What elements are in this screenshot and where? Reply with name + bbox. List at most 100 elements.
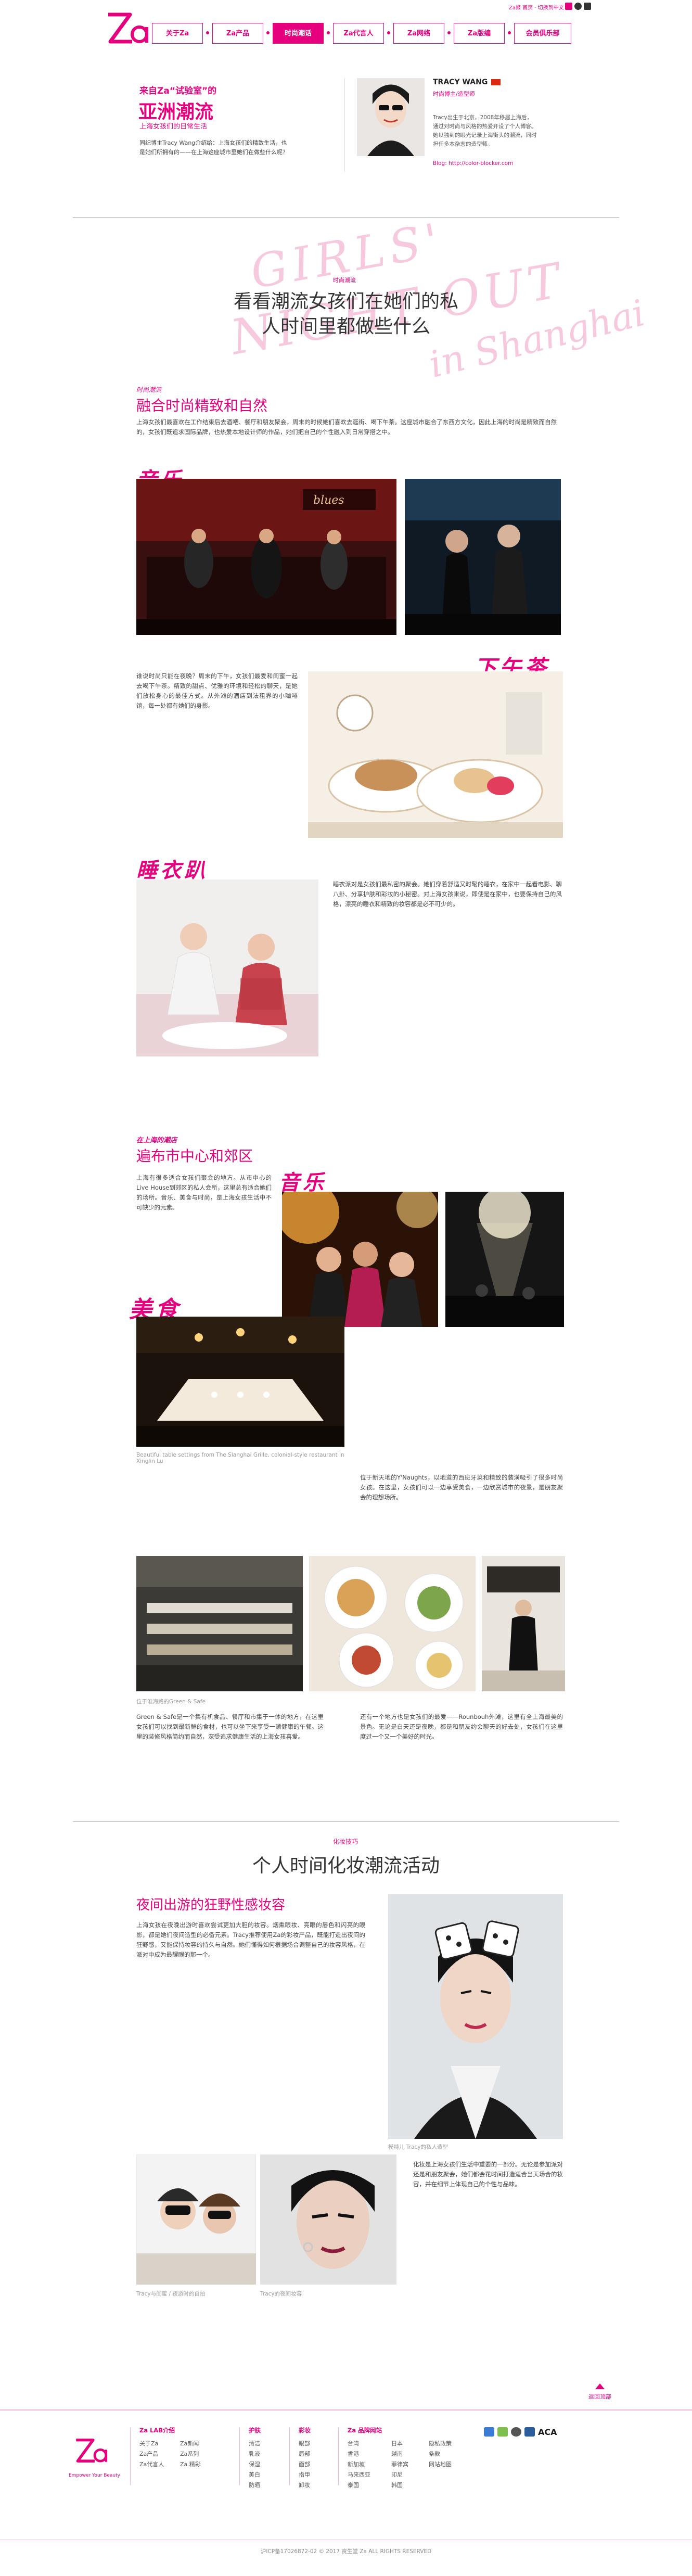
places-food-paragraph: 位于新天地的Y'Naughts，以地道的西班牙菜和精致的装潢吸引了很多时尚女孩。… [360, 1474, 563, 1501]
footer-separator [289, 2428, 290, 2485]
music-photo-singers [405, 479, 561, 635]
footer-link[interactable]: Za新闻 [180, 2439, 201, 2449]
nav-separator [327, 31, 330, 34]
footer-link[interactable]: 条款 [429, 2449, 452, 2459]
green-safe-photo-shop [482, 1556, 565, 1691]
footer-col6: 隐私政策 条款 网站地图 [429, 2439, 452, 2470]
footer-link[interactable]: 指甲 [299, 2470, 310, 2480]
footer-link[interactable]: 网站地图 [429, 2459, 452, 2470]
footer-link[interactable]: 关于Za [139, 2439, 164, 2449]
section1-kicker: 时尚潮流 [333, 277, 356, 284]
footer-link[interactable]: 新加坡 [348, 2459, 370, 2470]
nav-about[interactable]: 关于Za [152, 23, 203, 44]
makeup-selfie-photo [136, 2154, 256, 2285]
mix-kicker: 时尚潮流 [136, 386, 162, 393]
weibo-icon[interactable] [574, 3, 582, 10]
places-music-photo-stage [445, 1192, 564, 1327]
footer-col2: 清洁 乳液 保湿 美白 防晒 [249, 2439, 260, 2491]
section1-headline-line1: 看看潮流女孩们在她们的私 [233, 291, 458, 312]
makeup-selfie-caption: Tracy与闺蜜 / 夜游时的自拍 [136, 2291, 206, 2297]
footer-col3-head: 彩妆 [299, 2427, 311, 2434]
nav-separator [447, 31, 451, 34]
footer-badge-icon [497, 2427, 508, 2437]
profile-bio: Tracy出生于北京，2008年移居上海后，通过对时尚与风格的热爱开设了个人博客… [433, 114, 537, 147]
footer-link[interactable]: 马来西亚 [348, 2470, 370, 2480]
footer-link[interactable]: 眼部 [299, 2439, 310, 2449]
footer-link[interactable]: 印尼 [391, 2470, 408, 2480]
pajama-party-paragraph: 睡衣派对是女孩们最私密的聚会。她们穿着舒适又时髦的睡衣，在家中一起看电影、聊八卦… [333, 881, 562, 908]
footer-link[interactable]: 防晒 [249, 2480, 260, 2491]
intro-divider [344, 78, 345, 172]
page: Za姬 首页 · 切换到中文 关于Za Za产品 时尚潮话 Za代言人 Za网络… [0, 0, 692, 2576]
mix-paragraph: 上海女孩们最喜欢在工作结束后去酒吧、餐厅和朋友聚会，周末的时候她们喜欢去逛街、喝… [136, 418, 557, 436]
footer-link[interactable]: 菲律宾 [391, 2459, 408, 2470]
footer-link[interactable]: 卸妆 [299, 2480, 310, 2491]
places-food-caption: Beautiful table settings from The Slangh… [136, 1452, 344, 1464]
nav-products[interactable]: Za产品 [212, 23, 263, 44]
footer-col3: 眼部 唇部 面部 指甲 卸妆 [299, 2439, 310, 2491]
green-safe-paragraph-right: 还有一个地方也是女孩们的最爱——Rounbouh外滩，这里有全上海最美的景色。无… [360, 1713, 563, 1740]
za-logo[interactable] [104, 9, 151, 51]
top-bar-links[interactable]: Za姬 首页 · 切换到中文 [509, 3, 564, 11]
footer-link[interactable]: 泰国 [348, 2480, 370, 2491]
makeup-kicker: 化妆技巧 [333, 1838, 358, 1845]
profile-name: TRACY WANG [433, 78, 488, 86]
footer-link[interactable]: 越南 [391, 2449, 408, 2459]
footer-logo[interactable] [73, 2435, 109, 2469]
profile-blog-link[interactable]: http://color-blocker.com [448, 160, 513, 167]
footer-col2-head: 护肤 [249, 2427, 261, 2434]
footer-link[interactable]: Za产品 [139, 2449, 164, 2459]
nav-separator [387, 31, 390, 34]
chevron-up-icon [595, 2383, 605, 2389]
places-paragraph: 上海有很多适合女孩们聚会的地方。从市中心的Live House到郊区的私人会所，… [136, 1174, 272, 1211]
footer-link[interactable]: Za 精彩 [180, 2459, 201, 2470]
back-to-top-button[interactable]: 返回顶部 [582, 2383, 618, 2401]
nav-spokesperson[interactable]: Za代言人 [333, 23, 384, 44]
green-safe-paragraph-left: Green & Safe是一个集有机食品、餐厅和市集于一体的地方，在这里女孩们可… [136, 1713, 324, 1740]
mix-title: 融合时尚精致和自然 [136, 397, 268, 414]
rss-icon[interactable] [584, 3, 591, 10]
nav-member-club[interactable]: 会员俱乐部 [514, 23, 571, 44]
profile-blog-label: Blog: [433, 160, 447, 167]
footer-link[interactable]: 乳液 [249, 2449, 260, 2459]
profile-avatar [357, 78, 425, 156]
places-food-photo-restaurant [136, 1317, 344, 1447]
footer-link[interactable]: 美白 [249, 2470, 260, 2480]
green-safe-caption: 位于淮海路的Green & Safe [136, 1699, 206, 1705]
footer-col1-head: Za LAB介绍 [139, 2427, 175, 2434]
nav-network[interactable]: Za网络 [393, 23, 444, 44]
footer-link[interactable]: Za系列 [180, 2449, 201, 2459]
profile-blog[interactable]: Blog: http://color-blocker.com [433, 160, 513, 167]
places-kicker: 在上海的潮店 [136, 1137, 177, 1144]
footer-col5: 日本 越南 菲律宾 印尼 韩国 [391, 2439, 408, 2491]
footer-link[interactable]: 韩国 [391, 2480, 408, 2491]
footer-tagline: Empower Your Beauty [69, 2473, 120, 2478]
nav-edition[interactable]: Za版编 [454, 23, 505, 44]
back-to-top-label: 返回顶部 [588, 2393, 611, 2400]
makeup-closeup-photo [260, 2154, 396, 2285]
green-safe-photo-market [136, 1556, 303, 1691]
footer-link[interactable]: 台湾 [348, 2439, 370, 2449]
places-music-photo-crowd [282, 1192, 438, 1327]
makeup-portrait-caption: 模特儿 Tracy的私人造型 [388, 2144, 448, 2150]
section1-headline: 看看潮流女孩们在她们的私 人时间里都做些什么 [146, 289, 546, 339]
intro-kicker-from: 来自Za [139, 86, 170, 96]
facebook-icon[interactable] [565, 3, 572, 10]
footer-link[interactable]: 清洁 [249, 2439, 260, 2449]
intro-title: 亚洲潮流 [138, 101, 214, 123]
footer-link[interactable]: 日本 [391, 2439, 408, 2449]
footer-link[interactable]: 隐私政策 [429, 2439, 452, 2449]
footer-link[interactable]: 唇部 [299, 2449, 310, 2459]
nav-fashion[interactable]: 时尚潮话 [273, 23, 324, 44]
footer-link[interactable]: Za代言人 [139, 2459, 164, 2470]
footer-link[interactable]: 保湿 [249, 2459, 260, 2470]
makeup-closeup-caption: Tracy的夜间妆容 [260, 2291, 302, 2297]
makeup-headline: 个人时间化妆潮流活动 [252, 1855, 440, 1877]
nav-separator [508, 31, 511, 34]
footer-link[interactable]: 面部 [299, 2459, 310, 2470]
intro-kicker: 来自Za“试验室”的 [139, 83, 216, 96]
intro-desc: 同纪博主Tracy Wang介绍给：上海女孩们的精致生活，也是她们所拥有的——在… [139, 139, 288, 156]
footer-link[interactable]: 香港 [348, 2449, 370, 2459]
makeup-paragraph-2: 化妆是上海女孩们生活中重要的一部分。无论是参加派对还是和朋友聚会，她们都会花时间… [413, 2161, 563, 2188]
footer-col1b: Za新闻 Za系列 Za 精彩 [180, 2439, 201, 2470]
